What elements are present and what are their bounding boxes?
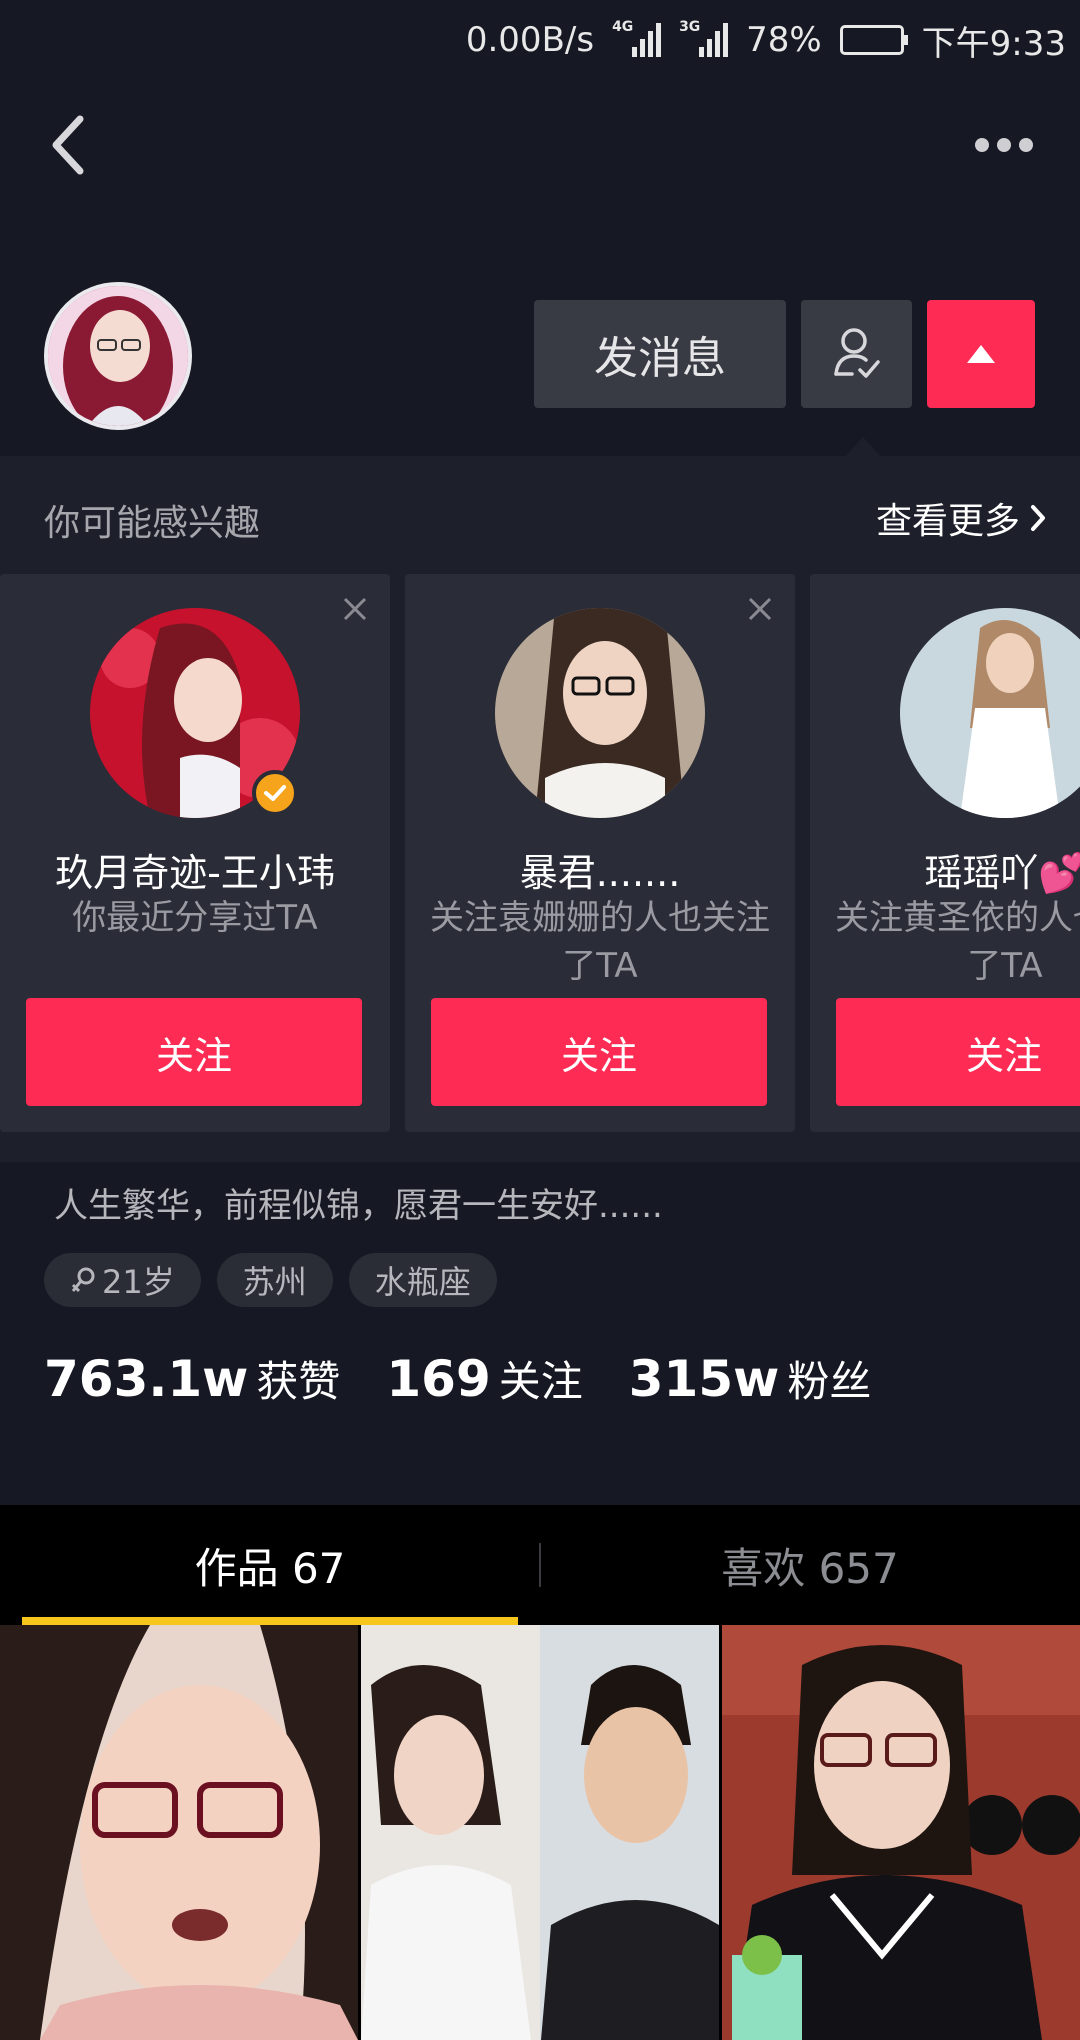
suggestion-name[interactable]: 暴君.......	[405, 842, 795, 897]
thumbnail-image	[0, 1625, 358, 2040]
video-thumbnail[interactable]	[722, 1625, 1080, 2040]
battery-percent: 78%	[746, 20, 822, 60]
dismiss-button[interactable]	[745, 594, 775, 624]
more-button[interactable]	[975, 125, 1035, 165]
battery-icon	[839, 25, 908, 55]
suggestion-name[interactable]: 瑶瑶吖💕	[810, 842, 1080, 897]
stat-likes-label: 获赞	[256, 1357, 341, 1406]
send-message-button[interactable]: 发消息	[534, 300, 786, 408]
female-icon	[71, 1267, 95, 1293]
user-check-icon	[833, 328, 880, 378]
see-more-link[interactable]: 查看更多	[876, 492, 1046, 544]
verified-badge-icon	[252, 770, 298, 816]
stat-likes: 763.1w 获赞	[44, 1348, 340, 1409]
chevron-right-icon	[1031, 505, 1045, 531]
stat-following-label: 关注	[498, 1357, 583, 1406]
thumbnail-image	[361, 1625, 719, 2040]
clock: 下午9:33	[921, 23, 1066, 64]
panel-pointer	[845, 437, 881, 457]
follow-button[interactable]: 关注	[836, 998, 1080, 1106]
suggestions-title: 你可能感兴趣	[44, 503, 261, 544]
triangle-up-icon	[967, 345, 995, 363]
stat-following-count: 169	[386, 1350, 491, 1408]
profile-tags: 21岁 苏州 水瓶座	[44, 1253, 497, 1307]
tag-zodiac: 水瓶座	[348, 1253, 497, 1307]
collapse-suggestions-button[interactable]	[927, 300, 1035, 408]
signal-3g-icon: 3G	[679, 19, 729, 57]
suggestion-reason: 你最近分享过TA	[72, 898, 318, 938]
followed-status-button[interactable]	[801, 300, 912, 408]
content-tabs: 作品 67 喜欢 657	[0, 1505, 1080, 1625]
signal-4g-icon: 4G	[612, 19, 662, 57]
follow-button[interactable]: 关注	[431, 998, 767, 1106]
stat-followers-label: 粉丝	[787, 1357, 872, 1406]
stat-followers-count: 315w	[628, 1350, 780, 1408]
more-dots-icon	[975, 138, 989, 152]
suggestion-reason: 关注黄圣依的人也关注了TA	[835, 898, 1080, 986]
tab-works[interactable]: 作品 67	[0, 1505, 540, 1625]
chevron-left-icon	[52, 115, 84, 175]
see-more-label: 查看更多	[875, 501, 1020, 542]
avatar-image	[495, 608, 705, 818]
close-icon	[748, 597, 772, 621]
avatar-image	[900, 608, 1080, 818]
video-thumbnail[interactable]	[0, 1625, 358, 2040]
video-grid	[0, 1625, 1080, 2040]
dismiss-button[interactable]	[340, 594, 370, 624]
tag-city: 苏州	[216, 1253, 333, 1307]
active-tab-indicator	[22, 1617, 518, 1625]
tag-age-label: 21岁	[102, 1263, 175, 1301]
suggestion-avatar[interactable]	[900, 608, 1080, 818]
stat-likes-count: 763.1w	[44, 1350, 249, 1408]
suggestion-carousel[interactable]: 玖月奇迹-王小玮 你最近分享过TA 关注 暴君....... 关注袁姗姗的人也关…	[0, 574, 1080, 1134]
profile-stats: 763.1w 获赞 169 关注 315w 粉丝	[44, 1348, 871, 1409]
tag-age: 21岁	[44, 1253, 201, 1307]
profile-avatar[interactable]	[44, 282, 192, 430]
suggestion-card: 玖月奇迹-王小玮 你最近分享过TA 关注	[0, 574, 390, 1132]
suggestion-avatar[interactable]	[495, 608, 705, 818]
suggestion-name[interactable]: 玖月奇迹-王小玮	[0, 842, 390, 897]
avatar-image	[48, 286, 188, 426]
follow-button[interactable]: 关注	[26, 998, 362, 1106]
back-button[interactable]	[48, 115, 108, 185]
suggestion-card: 瑶瑶吖💕 关注黄圣依的人也关注了TA 关注	[810, 574, 1080, 1132]
stat-followers[interactable]: 315w 粉丝	[629, 1348, 872, 1409]
suggestion-card: 暴君....... 关注袁姗姗的人也关注了TA 关注	[405, 574, 795, 1132]
network-speed: 0.00B/s	[465, 20, 595, 60]
profile-bio: 人生繁华，前程似锦，愿君一生安好......	[54, 1186, 663, 1226]
close-icon	[343, 597, 367, 621]
status-bar: 0.00B/s 4G 3G 78% 下午9:33	[0, 0, 1080, 80]
thumbnail-image	[722, 1625, 1080, 2040]
suggestions-panel: 你可能感兴趣 查看更多 玖月奇迹-王小玮 你最近分享过TA 关注 暴君.....…	[0, 456, 1080, 1162]
video-thumbnail[interactable]	[361, 1625, 719, 2040]
tab-likes[interactable]: 喜欢 657	[540, 1505, 1080, 1625]
stat-following[interactable]: 169 关注	[386, 1348, 582, 1409]
suggestion-reason: 关注袁姗姗的人也关注了TA	[430, 898, 770, 986]
